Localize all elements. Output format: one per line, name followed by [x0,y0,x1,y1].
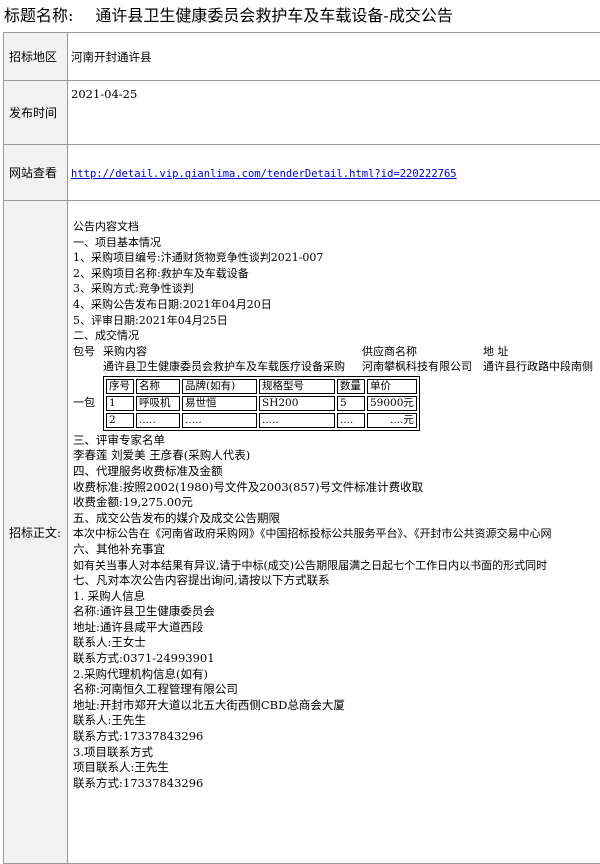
result-header-address: 地 址 [483,344,509,359]
table-header: 单价 [367,379,417,394]
date-value: 2021-04-25 [68,81,600,145]
contact-2-phone: 联系方式:17337843296 [73,729,600,745]
table-cell: ..... [182,413,257,428]
package-label: 一包 [73,395,103,411]
detail-link[interactable]: http://detail.vip.qianlima.com/tenderDet… [71,168,457,180]
section-heading: 五、成交公告发布的媒介及成交公告期限 [73,511,600,527]
area-label: 招标地区 [4,33,68,81]
result-header-supplier: 供应商名称 [362,344,483,359]
contact-2-person: 联系人:王先生 [73,713,600,729]
result-row: 通许县卫生健康委员会救护车及车载医疗设备采购 河南攀枫科技有限公司 通许县行政路… [73,359,600,374]
contact-2-name: 名称:河南恒久工程管理有限公司 [73,682,600,698]
section-heading: 三、评审专家名单 [73,433,600,449]
table-cell: ..... [259,413,335,428]
table-header: 数量 [337,379,365,394]
result-content: 通许县卫生健康委员会救护车及车载医疗设备采购 [103,359,362,374]
info-table: 招标地区 河南开封通许县 发布时间 2021-04-25 网站查看 http:/… [3,32,600,864]
table-cell: 1 [106,396,134,411]
date-label: 发布时间 [4,81,68,145]
contact-3-title: 3.项目联系方式 [73,745,600,761]
list-item: 2、采购项目名称:救护车及车载设备 [73,266,600,282]
table-cell: ....元 [367,413,417,428]
contact-3-phone: 联系方式:17337843296 [73,776,600,792]
section-heading: 六、其他补充事宜 [73,542,600,558]
fee-amount-text: 收费金额:19,275.00元 [73,495,600,511]
title-label: 标题名称: [4,6,73,25]
result-address: 通许县行政路中段南侧 [483,359,593,374]
section-heading: 四、代理服务收费标准及金额 [73,464,600,480]
list-item: 4、采购公告发布日期:2021年04月20日 [73,297,600,313]
table-header: 名称 [136,379,180,394]
contact-1-phone: 联系方式:0371-24993901 [73,651,600,667]
supplement-text: 如有关当事人对本结果有异议,请于中标(成交)公告期限届满之日起七个工作日内以书面… [73,558,600,574]
table-header: 序号 [106,379,134,394]
announcement-body: 公告内容文档 一、项目基本情况 1、采购项目编号:汴通财货物竞争性谈判2021-… [68,201,600,791]
area-value: 河南开封通许县 [68,33,600,81]
media-text: 本次中标公告在《河南省政府采购网》《中国招标投标公共服务平台》、《开封市公共资源… [73,526,600,542]
experts-text: 李春莲 刘爱美 王彦春(采购人代表) [73,448,600,464]
page-title: 标题名称: 通许县卫生健康委员会救护车及车载设备-成交公告 [4,2,453,26]
section-heading: 七、凡对本次公告内容提出询问,请按以下方式联系 [73,573,600,589]
table-cell: 呼吸机 [136,396,180,411]
row-body: 招标正文: 公告内容文档 一、项目基本情况 1、采购项目编号:汴通财货物竞争性谈… [4,201,600,864]
table-header: 品牌(如有) [182,379,257,394]
table-header: 规格型号 [259,379,335,394]
link-label: 网站查看 [4,145,68,201]
contact-1-person: 联系人:王女士 [73,635,600,651]
result-header-pkg: 包号 [73,344,103,359]
table-cell: 59000元 [367,396,417,411]
list-item: 1、采购项目编号:汴通财货物竞争性谈判2021-007 [73,250,600,266]
body-label: 招标正文: [4,201,68,864]
result-supplier: 河南攀枫科技有限公司 [362,359,483,374]
table-cell: .... [337,413,365,428]
table-cell: SH200 [259,396,335,411]
row-date: 发布时间 2021-04-25 [4,81,600,145]
table-cell: 易世恒 [182,396,257,411]
list-item: 3、采购方式:竞争性谈判 [73,281,600,297]
doc-heading: 公告内容文档 [73,219,600,235]
table-row: 2 ..... ..... ..... .... ....元 [106,413,417,428]
table-row: 序号 名称 品牌(如有) 规格型号 数量 单价 [106,379,417,394]
result-header-content: 采购内容 [103,344,362,359]
contact-1-address: 地址:通许县咸平大道西段 [73,620,600,636]
fee-standard-text: 收费标准:按照2002(1980)号文件及2003(857)号文件标准计费收取 [73,480,600,496]
table-row: 1 呼吸机 易世恒 SH200 5 59000元 [106,396,417,411]
section-heading: 二、成交情况 [73,328,600,344]
list-item: 5、评审日期:2021年04月25日 [73,313,600,329]
item-table: 序号 名称 品牌(如有) 规格型号 数量 单价 1 呼吸机 易世恒 SH200 [103,376,420,431]
table-cell: 5 [337,396,365,411]
section-heading: 一、项目基本情况 [73,235,600,251]
row-link: 网站查看 http://detail.vip.qianlima.com/tend… [4,145,600,201]
package-block: 一包 序号 名称 品牌(如有) 规格型号 数量 单价 1 呼吸机 [73,374,600,433]
title-text: 通许县卫生健康委员会救护车及车载设备-成交公告 [95,6,452,25]
contact-1-title: 1. 采购人信息 [73,589,600,605]
row-area: 招标地区 河南开封通许县 [4,33,600,81]
contact-2-address: 地址:开封市郑开大道以北五大街西侧CBD总商会大厦 [73,698,600,714]
table-cell: 2 [106,413,134,428]
contact-2-title: 2.采购代理机构信息(如有) [73,667,600,683]
contact-3-person: 项目联系人:王先生 [73,760,600,776]
result-header: 包号 采购内容 供应商名称 地 址 [73,344,600,359]
table-cell: ..... [136,413,180,428]
contact-1-name: 名称:通许县卫生健康委员会 [73,604,600,620]
